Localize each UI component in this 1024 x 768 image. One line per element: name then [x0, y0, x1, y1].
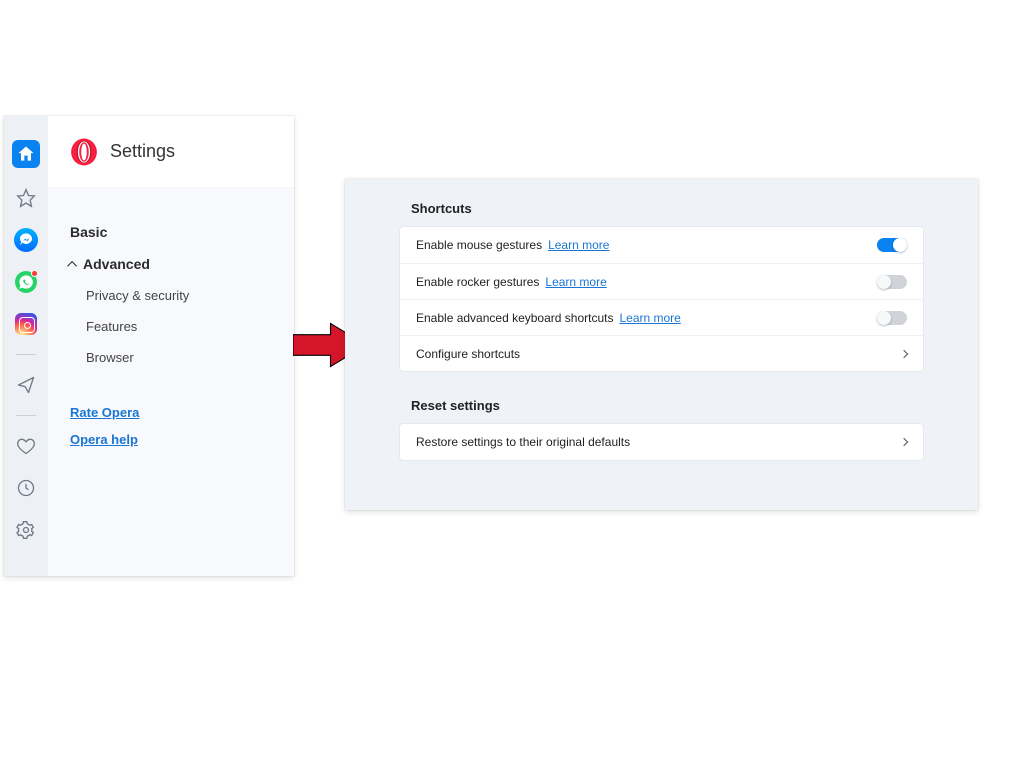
row-label: Configure shortcuts	[416, 347, 520, 361]
chevron-right-icon	[900, 438, 908, 446]
row-configure-shortcuts[interactable]: Configure shortcuts	[400, 335, 923, 371]
link-rate-opera[interactable]: Rate Opera	[68, 399, 276, 426]
settings-title: Settings	[110, 141, 175, 162]
paper-plane-icon[interactable]	[14, 373, 38, 397]
settings-sidebar-window: Settings Basic Advanced Privacy & securi…	[4, 116, 294, 576]
nav-advanced[interactable]: Advanced	[68, 248, 276, 280]
row-label: Restore settings to their original defau…	[416, 435, 630, 449]
clock-icon[interactable]	[14, 476, 38, 500]
toggle-advanced-keyboard-shortcuts[interactable]	[877, 311, 907, 325]
settings-detail-window: Shortcuts Enable mouse gestures Learn mo…	[345, 179, 978, 510]
reset-heading: Reset settings	[399, 394, 924, 423]
rail-divider	[16, 415, 36, 416]
opera-logo-icon	[70, 138, 98, 166]
nav-basic[interactable]: Basic	[68, 216, 276, 248]
nav-features[interactable]: Features	[68, 311, 276, 342]
row-advanced-keyboard-shortcuts: Enable advanced keyboard shortcuts Learn…	[400, 299, 923, 335]
settings-nav: Basic Advanced Privacy & security Featur…	[48, 188, 294, 576]
toggle-mouse-gestures[interactable]	[877, 238, 907, 252]
rail-divider	[16, 354, 36, 355]
shortcuts-heading: Shortcuts	[399, 197, 924, 226]
home-icon[interactable]	[12, 140, 40, 168]
row-mouse-gestures: Enable mouse gestures Learn more	[400, 227, 923, 263]
settings-header: Settings	[48, 116, 294, 188]
learn-more-link[interactable]: Learn more	[548, 238, 609, 252]
heart-outline-icon[interactable]	[14, 434, 38, 458]
row-rocker-gestures: Enable rocker gestures Learn more	[400, 263, 923, 299]
row-label: Enable mouse gestures	[416, 238, 542, 252]
nav-advanced-label: Advanced	[83, 256, 150, 272]
instagram-icon[interactable]	[14, 312, 38, 336]
reset-card: Restore settings to their original defau…	[399, 423, 924, 461]
shortcuts-card: Enable mouse gestures Learn more Enable …	[399, 226, 924, 372]
settings-panel: Settings Basic Advanced Privacy & securi…	[48, 116, 294, 576]
nav-links: Rate Opera Opera help	[68, 399, 276, 453]
chevron-right-icon	[900, 349, 908, 357]
learn-more-link[interactable]: Learn more	[545, 275, 606, 289]
browser-icon-rail	[4, 116, 48, 576]
row-label: Enable advanced keyboard shortcuts	[416, 311, 613, 325]
link-opera-help[interactable]: Opera help	[68, 426, 276, 453]
gear-icon[interactable]	[14, 518, 38, 542]
toggle-rocker-gestures[interactable]	[877, 275, 907, 289]
learn-more-link[interactable]: Learn more	[619, 311, 680, 325]
messenger-icon[interactable]	[14, 228, 38, 252]
chevron-up-icon	[67, 260, 77, 270]
nav-privacy-security[interactable]: Privacy & security	[68, 280, 276, 311]
row-restore-defaults[interactable]: Restore settings to their original defau…	[400, 424, 923, 460]
nav-browser[interactable]: Browser	[68, 342, 276, 373]
star-outline-icon[interactable]	[14, 186, 38, 210]
whatsapp-icon[interactable]	[14, 270, 38, 294]
row-label: Enable rocker gestures	[416, 275, 539, 289]
